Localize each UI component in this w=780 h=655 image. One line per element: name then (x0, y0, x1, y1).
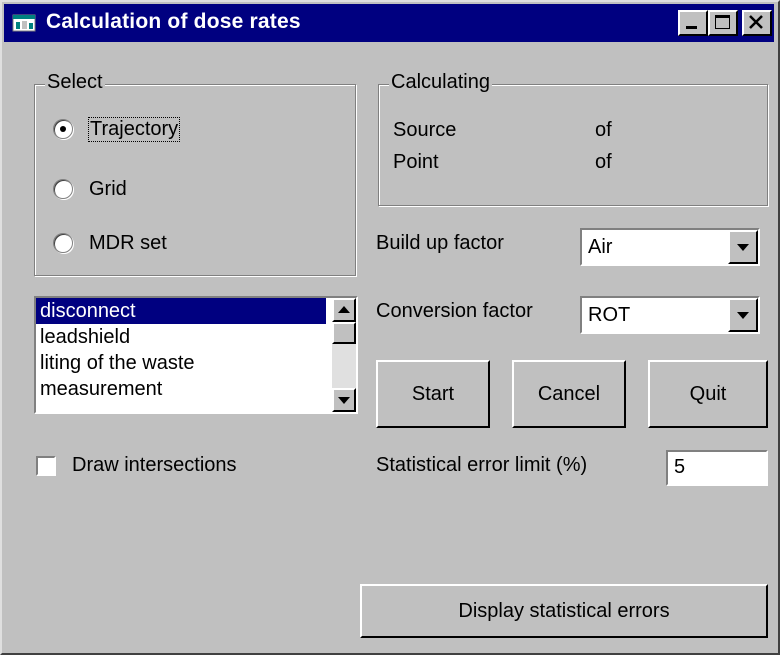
maximize-icon (715, 15, 730, 29)
source-of-label: of (595, 119, 612, 141)
build-up-factor-label: Build up factor (376, 232, 504, 254)
close-button[interactable] (742, 10, 772, 36)
source-label: Source (393, 119, 457, 141)
calculating-group: Calculating Source of Point of (378, 71, 768, 206)
scroll-up-button[interactable] (332, 298, 356, 322)
list-item[interactable]: liting of the waste (36, 350, 326, 376)
radio-grid-label: Grid (89, 177, 127, 200)
maximize-button[interactable] (708, 10, 738, 36)
cancel-button[interactable]: Cancel (512, 360, 626, 428)
scroll-down-button[interactable] (332, 388, 356, 412)
minimize-button[interactable] (678, 10, 708, 36)
list-item[interactable]: measurement (36, 376, 326, 402)
error-limit-input[interactable]: 5 (666, 450, 768, 486)
radio-button[interactable] (53, 179, 73, 199)
start-button[interactable]: Start (376, 360, 490, 428)
build-up-factor-select[interactable]: Air (580, 228, 760, 266)
calculating-legend: Calculating (389, 71, 492, 94)
list-item[interactable]: disconnect (36, 298, 326, 324)
dose-rate-window: Calculation of dose rates Select Traject… (0, 0, 780, 655)
minimize-icon (686, 26, 697, 29)
display-statistical-errors-button[interactable]: Display statistical errors (360, 584, 768, 638)
build-up-factor-value: Air (588, 236, 613, 258)
app-icon (12, 12, 38, 34)
radio-button-selected[interactable] (53, 119, 73, 139)
radio-trajectory-label: Trajectory (87, 116, 181, 142)
quit-button[interactable]: Quit (648, 360, 768, 428)
scroll-thumb[interactable] (332, 322, 356, 344)
point-of-label: of (595, 151, 612, 173)
radio-trajectory[interactable]: Trajectory (53, 115, 181, 143)
draw-intersections-checkbox[interactable] (36, 456, 56, 476)
radio-button[interactable] (53, 233, 73, 253)
radio-grid[interactable]: Grid (53, 175, 127, 203)
scroll-down-icon (338, 397, 350, 404)
scenario-list[interactable]: disconnect leadshield liting of the wast… (34, 296, 358, 414)
draw-intersections-label: Draw intersections (72, 454, 237, 476)
conversion-dropdown-button[interactable] (728, 298, 758, 332)
list-item[interactable]: leadshield (36, 324, 326, 350)
radio-mdr-set-label: MDR set (89, 231, 167, 254)
select-legend: Select (45, 71, 105, 94)
conversion-factor-value: ROT (588, 304, 631, 326)
title-bar[interactable]: Calculation of dose rates (4, 4, 774, 42)
conversion-factor-select[interactable]: ROT (580, 296, 760, 334)
close-icon (749, 15, 763, 29)
scroll-up-icon (338, 306, 350, 313)
select-group: Select Trajectory Grid MDR set (34, 71, 356, 276)
chevron-down-icon (737, 312, 749, 319)
point-label: Point (393, 151, 439, 173)
error-limit-label: Statistical error limit (%) (376, 454, 588, 476)
conversion-factor-label: Conversion factor (376, 300, 533, 322)
radio-mdr-set[interactable]: MDR set (53, 229, 167, 257)
window-title: Calculation of dose rates (46, 10, 301, 33)
build-up-dropdown-button[interactable] (728, 230, 758, 264)
chevron-down-icon (737, 244, 749, 251)
list-scrollbar[interactable] (332, 298, 356, 412)
